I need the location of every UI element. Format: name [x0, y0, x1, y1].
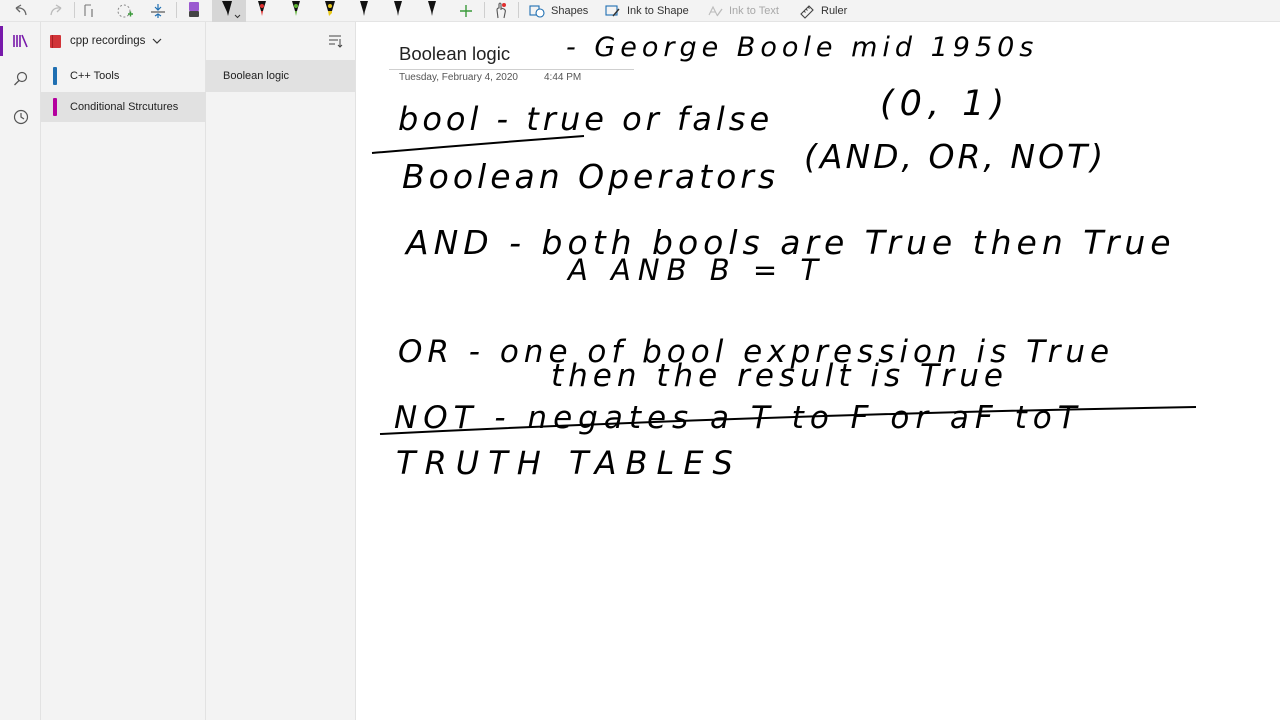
pen-icon [360, 1, 368, 16]
notebook-icon [50, 34, 61, 48]
pages-pane: Boolean logic [206, 22, 356, 720]
pen-red[interactable] [255, 0, 269, 22]
ink-a-and-b: A ANB B = T [566, 253, 825, 287]
recent-nav-button[interactable] [0, 98, 41, 136]
ink-to-text-icon [708, 5, 723, 17]
section-label: C++ Tools [70, 70, 120, 82]
ruler-button[interactable]: Ruler [799, 0, 847, 22]
section-item-cpp-tools[interactable]: C++ Tools [41, 61, 206, 91]
section-color-tab [53, 98, 57, 116]
highlighter-yellow[interactable] [323, 0, 337, 22]
type-select-icon [84, 4, 93, 17]
ink-to-text-label: Ink to Text [729, 5, 779, 17]
page-item-boolean-logic[interactable]: Boolean logic [206, 60, 355, 92]
handwritten-ink-layer[interactable]: - George Boole mid 1950s bool - true or … [356, 22, 1280, 720]
draw-toolbar: Shapes Ink to Shape Ink to Text Ruler [0, 0, 1280, 22]
ink-underline-1 [371, 135, 585, 154]
note-canvas[interactable]: Boolean logic Tuesday, February 4, 2020 … [356, 22, 1280, 720]
ink-boolean-operators: Boolean Operators [402, 157, 779, 196]
toolbar-separator [484, 2, 485, 18]
insert-space-button[interactable] [149, 0, 167, 22]
shapes-button[interactable]: Shapes [529, 0, 588, 22]
section-label: Conditional Strcutures [70, 101, 179, 113]
ink-and-or-not: (AND, OR, NOT) [804, 137, 1106, 176]
notebooks-library-icon [12, 34, 28, 48]
pen-icon [258, 1, 266, 16]
sort-pages-button[interactable] [327, 34, 343, 53]
ink-to-shape-icon [605, 5, 620, 17]
pen-icon [428, 1, 436, 16]
ink-to-text-button[interactable]: Ink to Text [707, 0, 779, 22]
ink-bool-true-false: bool - true or false [398, 100, 773, 138]
ink-truth-tables: TRUTH TABLES [396, 444, 742, 482]
pen-icon [394, 1, 402, 16]
ink-to-shape-label: Ink to Shape [627, 5, 689, 17]
navigation-rail [0, 22, 41, 720]
shapes-icon [529, 5, 545, 18]
undo-icon [15, 4, 27, 16]
pen-green[interactable] [289, 0, 303, 22]
redo-button[interactable] [47, 0, 65, 22]
page-label: Boolean logic [223, 70, 290, 82]
insert-space-icon [151, 4, 165, 18]
lasso-select-icon [117, 4, 133, 18]
touch-draw-button[interactable] [493, 0, 509, 22]
ink-zero-one: (0, 1) [880, 84, 1010, 124]
toolbar-separator [74, 2, 75, 18]
ruler-icon [800, 5, 814, 19]
eraser-button[interactable] [186, 0, 202, 22]
search-nav-button[interactable] [0, 60, 41, 98]
add-pen-button[interactable] [459, 0, 473, 22]
section-item-conditional-strcutures[interactable]: Conditional Strcutures [41, 92, 206, 122]
notebook-name: cpp recordings [70, 35, 146, 47]
ink-or-result: then the result is True [551, 358, 1008, 394]
touch-hand-icon [496, 2, 506, 19]
ink-to-shape-button[interactable]: Ink to Shape [605, 0, 689, 22]
undo-button[interactable] [12, 0, 30, 22]
pen-icon [222, 1, 241, 19]
section-color-tab [53, 67, 57, 85]
pen-black-selected[interactable] [212, 0, 246, 22]
pen-black-4[interactable] [425, 0, 439, 22]
pen-black-2[interactable] [357, 0, 371, 22]
plus-icon [460, 5, 472, 17]
sort-icon [329, 35, 343, 48]
shapes-label: Shapes [551, 5, 589, 17]
pen-icon [292, 1, 300, 16]
clock-icon [13, 109, 28, 125]
redo-icon [50, 4, 62, 16]
pen-black-3[interactable] [391, 0, 405, 22]
toolbar-separator [518, 2, 519, 18]
notebooks-nav-button[interactable] [0, 22, 41, 60]
highlighter-icon [325, 1, 335, 16]
eraser-icon [189, 2, 199, 17]
toolbar-separator [176, 2, 177, 18]
notebook-picker[interactable]: cpp recordings [41, 22, 206, 60]
lasso-select-button[interactable] [115, 0, 135, 22]
ruler-label: Ruler [821, 5, 848, 17]
chevron-down-icon [153, 38, 162, 44]
sections-pane: cpp recordings C++ Tools Conditional Str… [41, 22, 206, 720]
type-select-button[interactable] [82, 0, 100, 22]
ink-george-boole: - George Boole mid 1950s [566, 32, 1038, 63]
search-icon [13, 71, 27, 86]
